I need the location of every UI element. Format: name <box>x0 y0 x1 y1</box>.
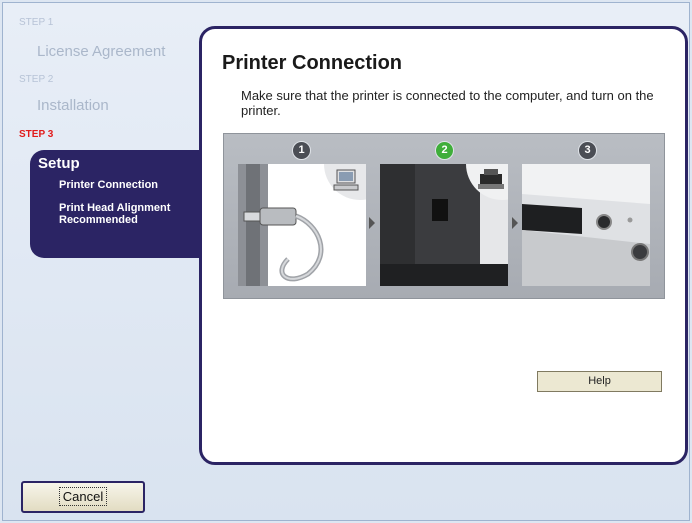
step-2-label: STEP 2 <box>19 74 54 85</box>
setup-section: Setup Printer Connection Print Head Alig… <box>30 150 212 258</box>
usb-cable-illustration <box>238 164 366 286</box>
step-number-3: 3 <box>578 141 597 160</box>
cancel-button[interactable]: Cancel <box>21 481 145 513</box>
cancel-button-label: Cancel <box>58 487 108 506</box>
step-2-title: Installation <box>37 97 109 114</box>
page-title: Printer Connection <box>222 52 403 74</box>
help-button[interactable]: Help <box>537 371 662 392</box>
sidebar-item-print-head-alignment: Print Head Alignment Recommended <box>59 202 171 226</box>
instructions-text: Make sure that the printer is connected … <box>241 88 654 118</box>
step-number-1: 1 <box>292 141 311 160</box>
main-panel: Printer Connection Make sure that the pr… <box>199 26 688 465</box>
arrow-icon <box>369 217 375 229</box>
step-3-label: STEP 3 <box>19 129 54 140</box>
step-number-2: 2 <box>435 141 454 160</box>
step-1-title: License Agreement <box>37 43 166 60</box>
printer-illustration <box>380 164 508 286</box>
arrow-icon <box>512 217 518 229</box>
power-button-illustration <box>522 164 650 286</box>
connection-diagram: 1 2 3 <box>223 133 665 299</box>
setup-title: Setup <box>38 155 80 172</box>
sidebar-item-printer-connection: Printer Connection <box>59 179 159 191</box>
step-1-label: STEP 1 <box>19 17 54 28</box>
installer-window: STEP 1 License Agreement STEP 2 Installa… <box>2 2 690 521</box>
sidebar: STEP 1 License Agreement STEP 2 Installa… <box>3 3 212 473</box>
